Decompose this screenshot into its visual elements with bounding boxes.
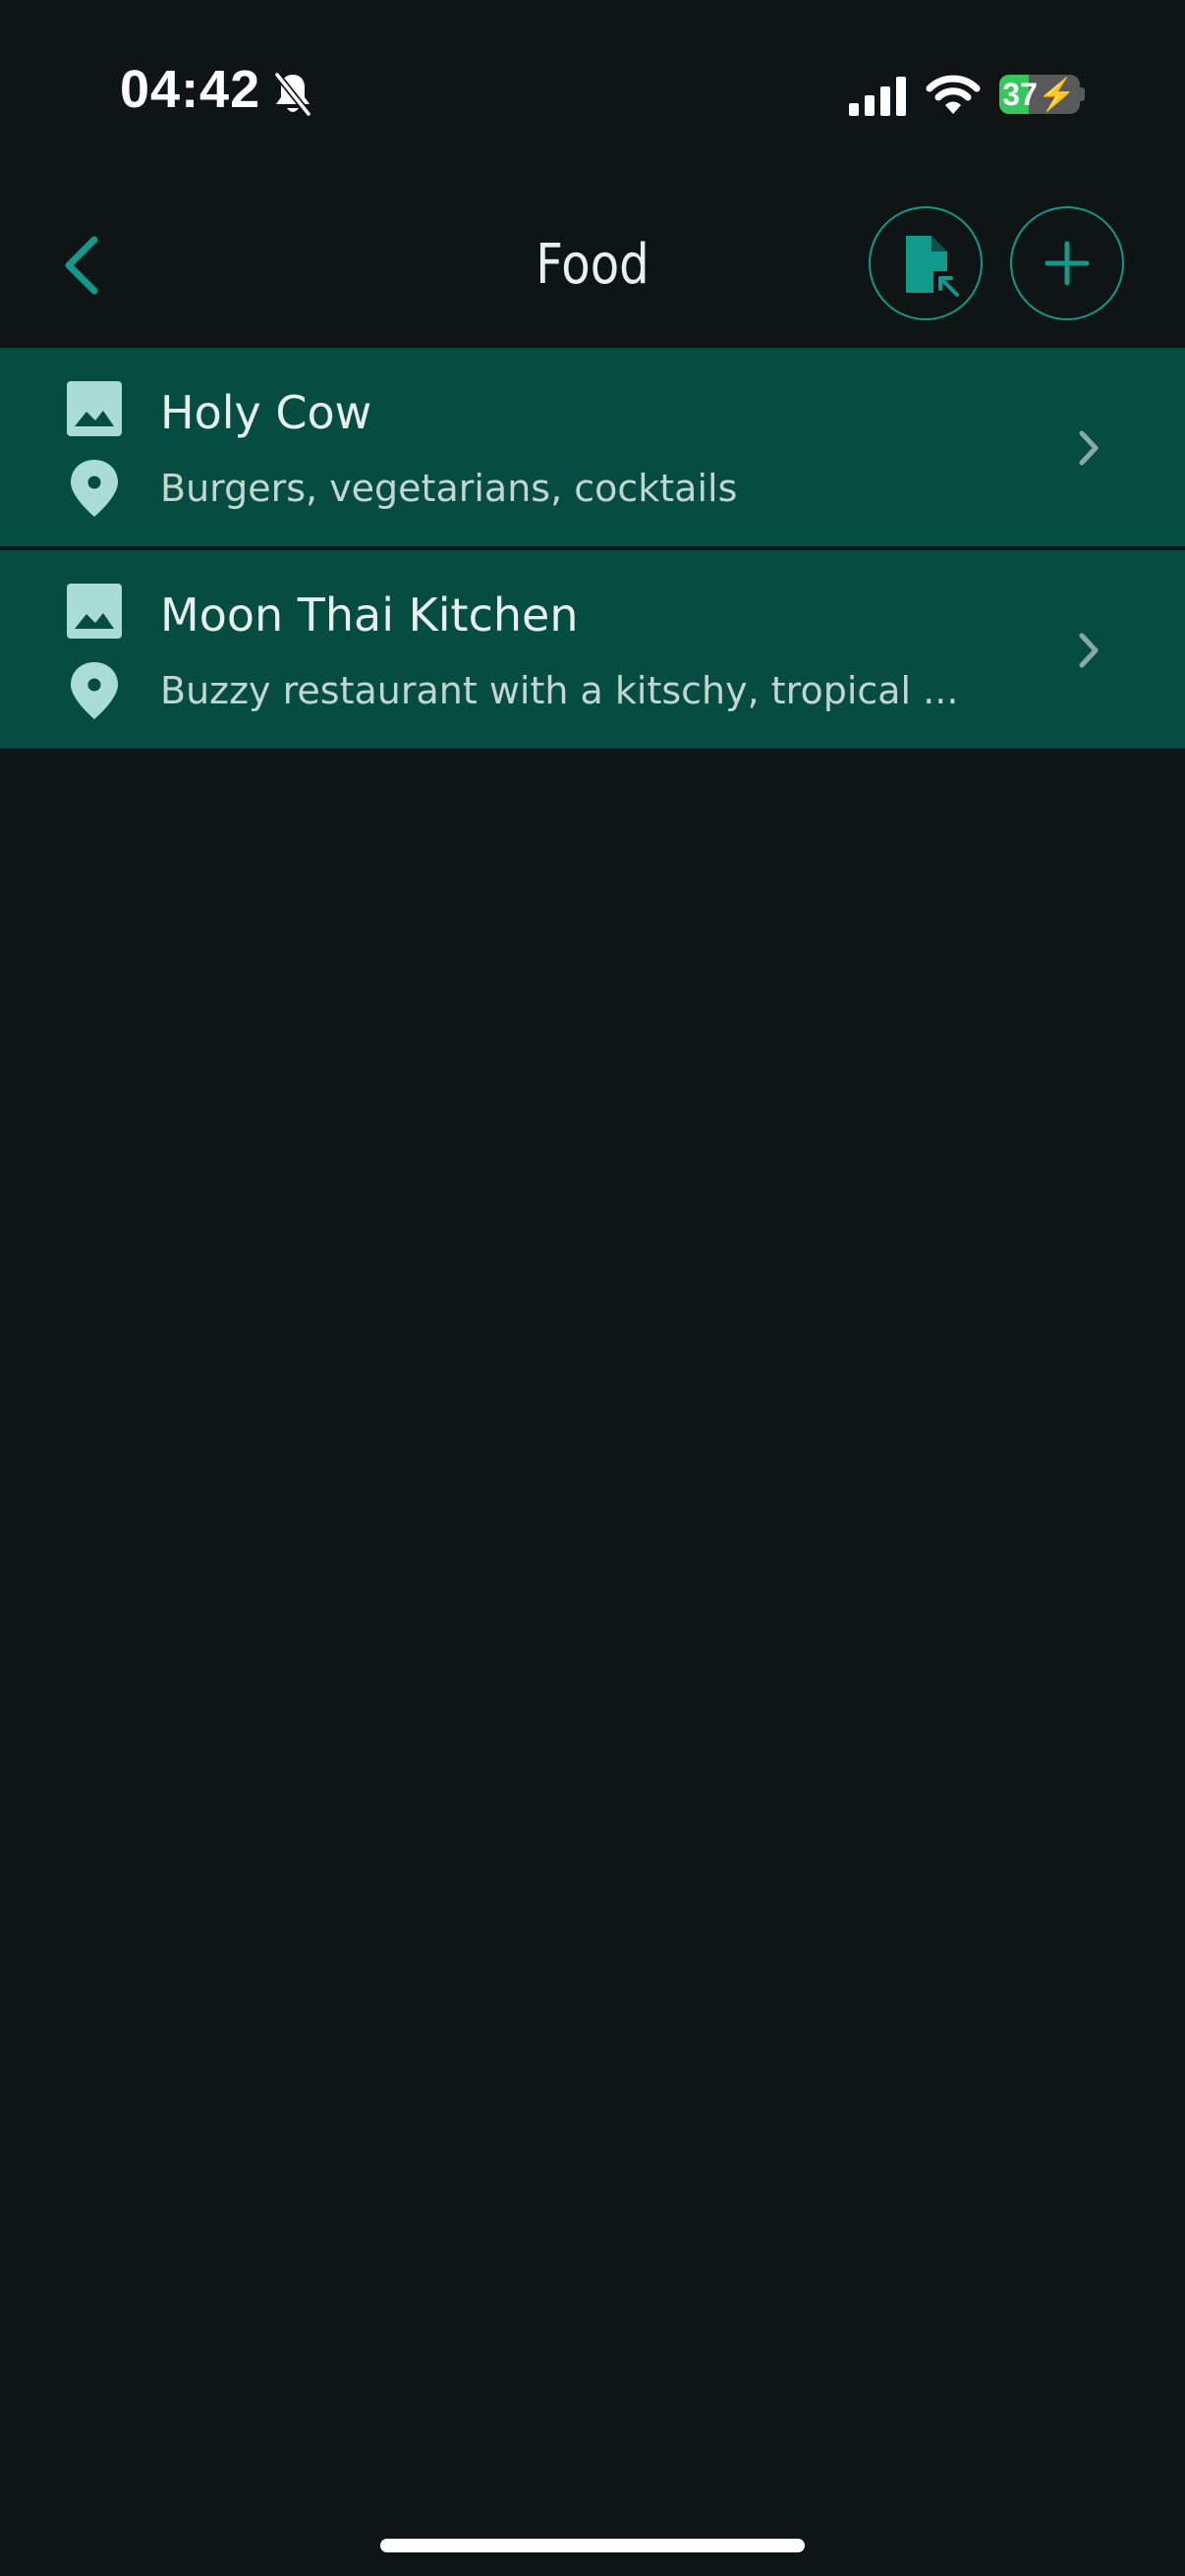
plus-icon (1044, 241, 1090, 286)
chevron-right-icon (1079, 430, 1099, 466)
chevron-right-icon (1079, 633, 1099, 668)
battery-charging-icon: ⚡ (1037, 77, 1077, 112)
battery-cap (1080, 87, 1085, 101)
image-icon (67, 381, 122, 436)
item-title: Holy Cow (160, 386, 372, 439)
home-indicator[interactable] (380, 2539, 805, 2552)
add-button[interactable] (1010, 206, 1124, 320)
import-file-button[interactable] (869, 206, 983, 320)
battery-percentage: 37⚡ (1002, 77, 1077, 112)
bell-muted-icon (274, 72, 311, 117)
item-subtitle: Buzzy restaurant with a kitschy, tropica… (160, 669, 959, 712)
navigation-bar: Food (0, 187, 1185, 348)
back-button[interactable] (49, 224, 118, 307)
battery-indicator: 37⚡ (999, 75, 1080, 114)
chevron-left-icon (65, 236, 98, 295)
page-title: Food (536, 233, 649, 297)
status-time: 04:42 (120, 60, 261, 119)
file-import-icon (906, 236, 961, 299)
status-bar: 04:42 37⚡ (0, 0, 1185, 187)
list-item[interactable]: Holy Cow Burgers, vegetarians, cocktails (0, 348, 1185, 546)
map-pin-icon (71, 662, 118, 719)
cellular-signal-icon (849, 77, 906, 116)
item-title: Moon Thai Kitchen (160, 588, 579, 642)
map-pin-icon (71, 460, 118, 517)
place-list: Holy Cow Burgers, vegetarians, cocktails… (0, 348, 1185, 753)
image-icon (67, 584, 122, 639)
item-subtitle: Burgers, vegetarians, cocktails (160, 467, 738, 510)
wifi-icon (926, 75, 981, 114)
list-item[interactable]: Moon Thai Kitchen Buzzy restaurant with … (0, 550, 1185, 749)
